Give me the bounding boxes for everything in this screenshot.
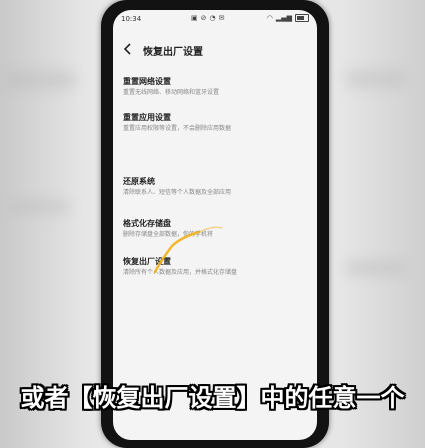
notification-icon: ⊘	[200, 14, 207, 22]
item-title: 恢复出厂设置	[123, 257, 171, 266]
background-shape	[345, 260, 405, 276]
page-title: 恢复出厂设置	[143, 47, 203, 58]
list-item-format-storage[interactable]: 格式化存储盘 删除存储盘全部数据，你的手机将	[123, 218, 313, 239]
phone-screen: 10:34 ▣ ⊘ ◔ ✉ ◠ ▂▄▆ 恢复出厂设置 重置网络设置 重置无线网络…	[113, 10, 317, 440]
back-arrow-icon[interactable]	[121, 42, 135, 56]
item-title: 格式化存储盘	[123, 219, 171, 228]
background-shape	[6, 70, 76, 90]
item-description: 重置无线网络、移动网络和蓝牙设置	[123, 89, 220, 96]
signal-icon: ▂▄▆	[275, 14, 292, 22]
background-shape	[345, 70, 405, 88]
notification-icon: ◔	[209, 14, 216, 22]
list-item-restore-system[interactable]: 还原系统 清除联系人、短信等个人数据及全部应用	[123, 176, 313, 197]
item-description: 删除存储盘全部数据，你的手机将	[123, 231, 214, 238]
item-description: 清除所有个人数据及应用，并格式化存储盘	[123, 269, 238, 276]
notification-icon: ✉	[218, 14, 225, 22]
list-item-reset-network[interactable]: 重置网络设置 重置无线网络、移动网络和蓝牙设置	[123, 76, 313, 97]
item-title: 还原系统	[123, 177, 155, 186]
item-title: 重置网络设置	[123, 77, 171, 86]
status-bar: 10:34 ▣ ⊘ ◔ ✉ ◠ ▂▄▆	[113, 10, 317, 28]
list-item-reset-apps[interactable]: 重置应用设置 重置应用权限等设置，不会删除应用数据	[123, 112, 313, 133]
status-time: 10:34	[121, 15, 142, 23]
notification-icon: ▣	[191, 14, 198, 22]
title-bar: 恢复出厂设置	[113, 40, 317, 60]
item-description: 清除联系人、短信等个人数据及全部应用	[123, 189, 232, 196]
list-item-factory-reset[interactable]: 恢复出厂设置 清除所有个人数据及应用，并格式化存储盘	[123, 256, 313, 277]
video-subtitle: 或者【恢复出厂设置】中的任意一个	[20, 384, 405, 412]
item-description: 重置应用权限等设置，不会删除应用数据	[123, 125, 232, 132]
wifi-icon: ◠	[266, 14, 273, 22]
notification-icons: ▣ ⊘ ◔ ✉	[191, 14, 224, 22]
status-right: ◠ ▂▄▆	[267, 14, 309, 22]
battery-icon	[295, 14, 309, 22]
item-title: 重置应用设置	[123, 113, 171, 122]
background-shape	[10, 200, 70, 214]
